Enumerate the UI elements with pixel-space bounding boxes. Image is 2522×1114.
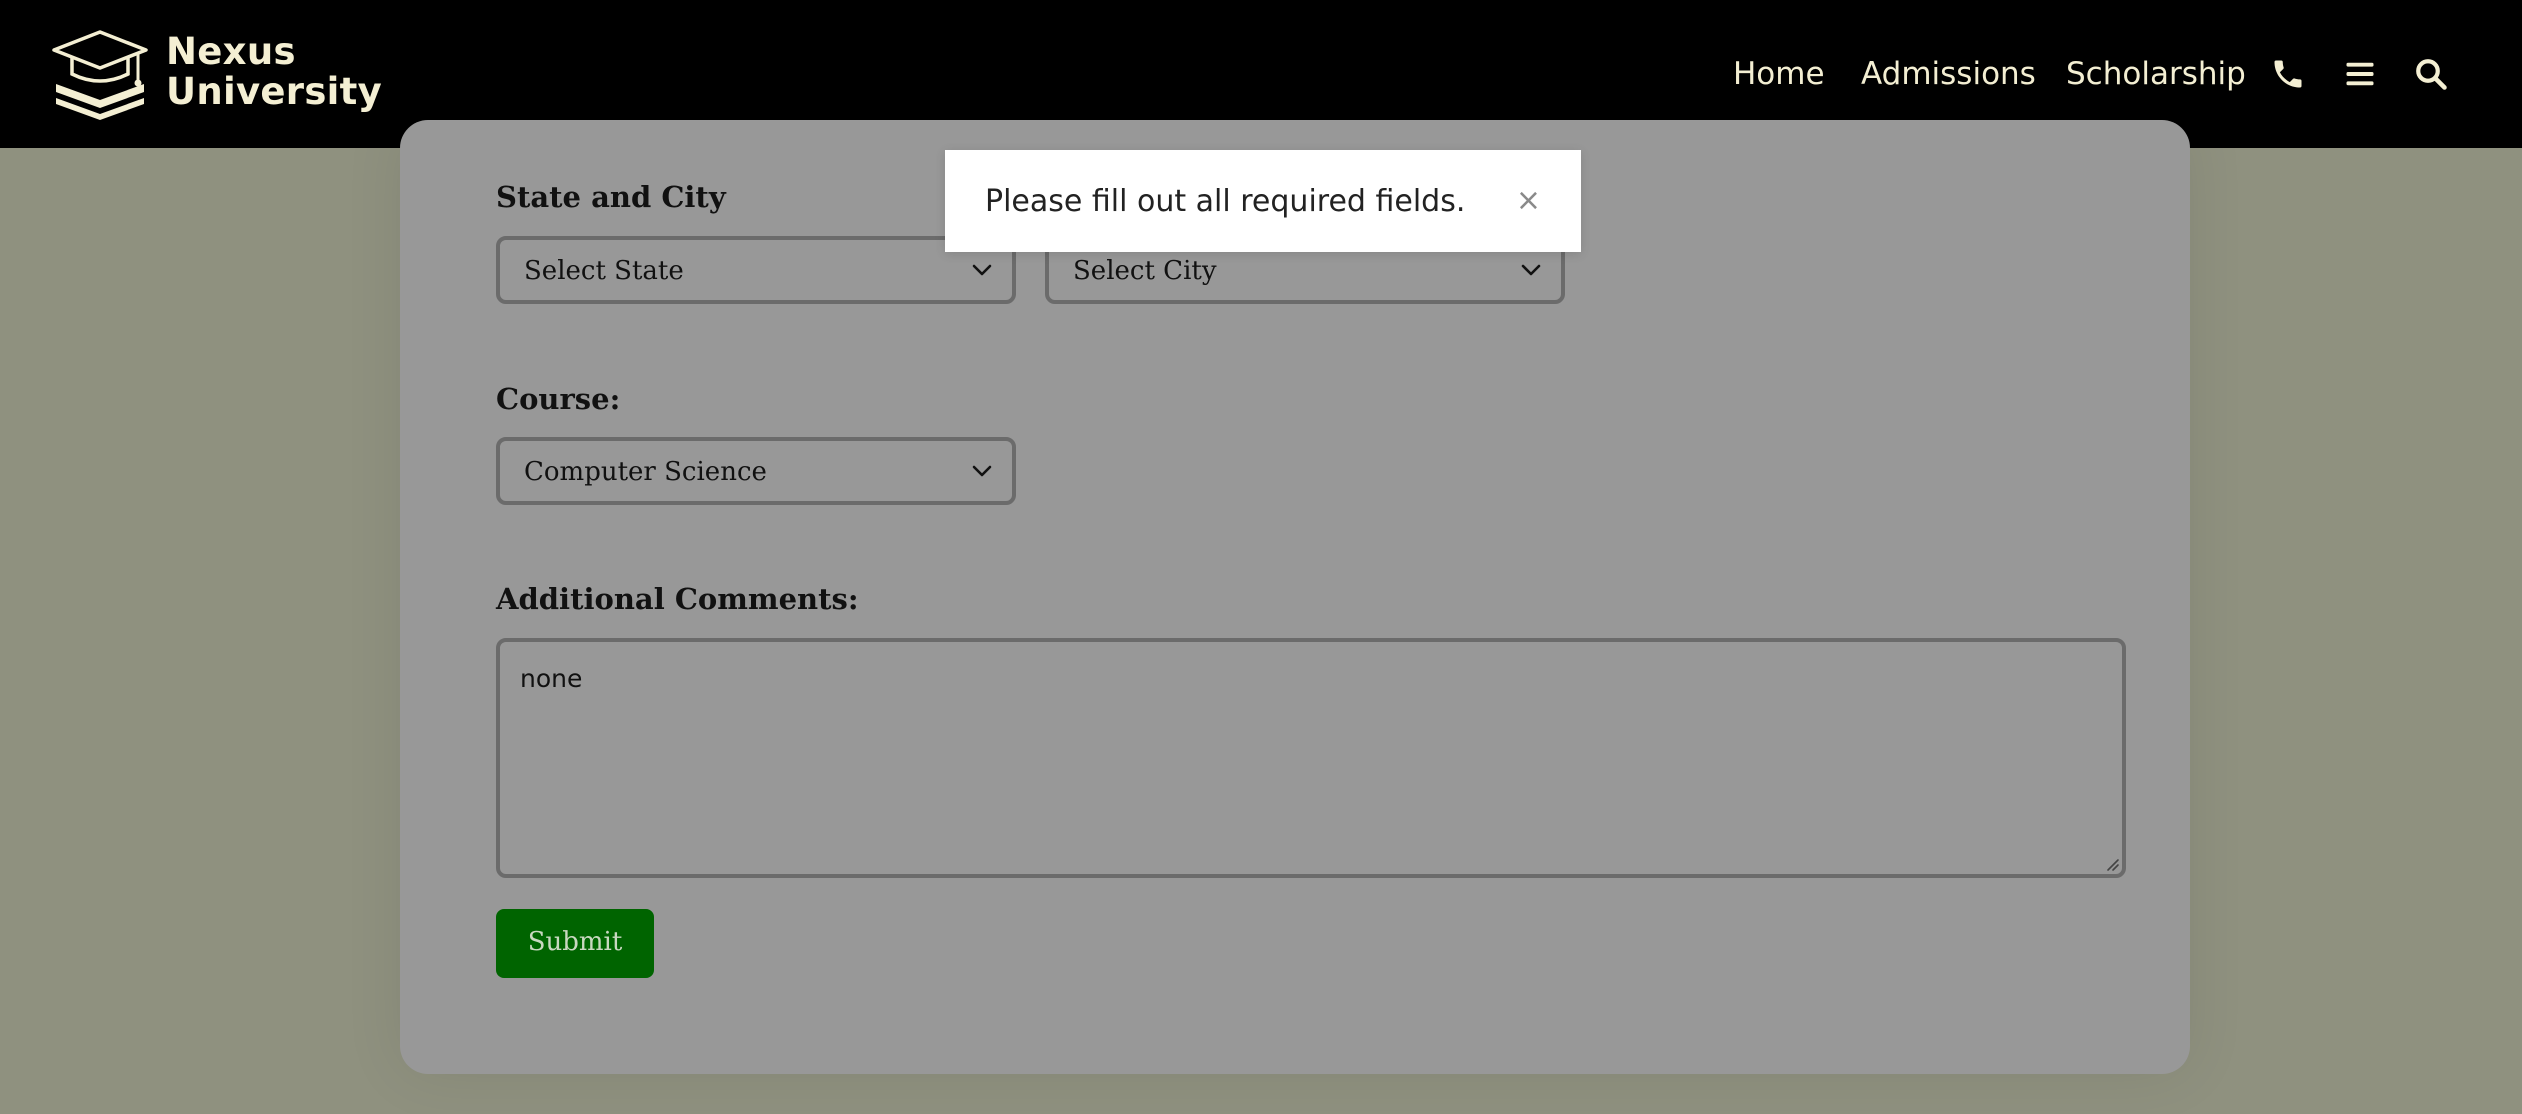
close-icon[interactable]: × (1516, 183, 1541, 219)
state-select-value: Select State (524, 256, 684, 286)
application-form-card: State and City Select State Select City … (400, 120, 2190, 1074)
chevron-down-icon (972, 465, 992, 477)
course-select[interactable]: Computer Science (496, 437, 1016, 505)
validation-toast: Please fill out all required fields. × (945, 150, 1581, 252)
course-label: Course: (496, 382, 621, 416)
state-city-label: State and City (496, 180, 726, 214)
additional-comments-label: Additional Comments: (496, 582, 859, 616)
toast-message: Please fill out all required fields. (985, 184, 1466, 219)
submit-button[interactable]: Submit (496, 909, 654, 978)
course-select-value: Computer Science (524, 457, 767, 487)
resize-handle-icon[interactable] (2102, 854, 2120, 872)
chevron-down-icon (1521, 264, 1541, 276)
chevron-down-icon (972, 264, 992, 276)
additional-comments-textarea[interactable]: none (496, 638, 2126, 878)
submit-button-label: Submit (527, 927, 623, 957)
search-icon[interactable] (2413, 56, 2449, 92)
nav-link-home[interactable]: Home (1733, 54, 1825, 94)
nav-link-scholarship[interactable]: Scholarship (2066, 54, 2246, 94)
menu-icon[interactable] (2342, 56, 2378, 92)
state-select[interactable]: Select State (496, 236, 1016, 304)
phone-icon[interactable] (2270, 56, 2306, 92)
nav-link-admissions[interactable]: Admissions (1861, 54, 2036, 94)
city-select-value: Select City (1073, 256, 1217, 286)
additional-comments-value: none (520, 664, 583, 693)
